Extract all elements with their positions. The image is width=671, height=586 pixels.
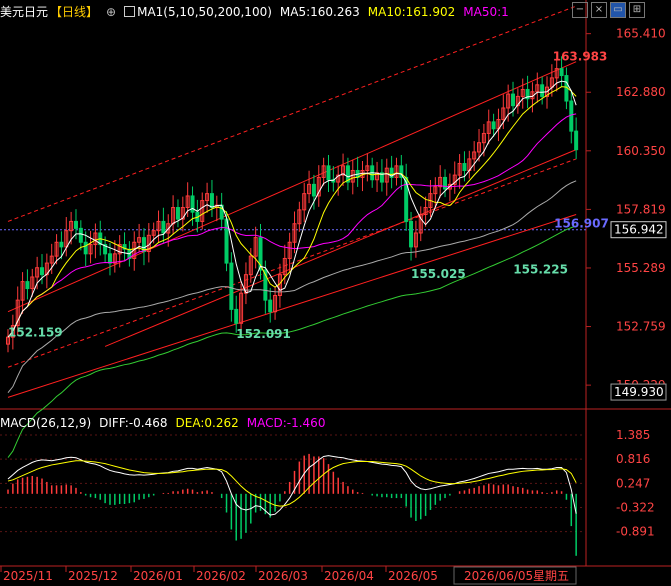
candle-body <box>107 253 112 264</box>
candles <box>6 56 579 353</box>
candle-body <box>25 281 30 290</box>
cursor-weekday: 星期五 <box>533 569 569 583</box>
x-tick-label: 2025/12 <box>68 569 118 583</box>
macd-value: MACD:-1.460 <box>246 416 326 430</box>
lower-price-value: 149.930 <box>614 385 664 399</box>
candle-body <box>443 176 448 190</box>
price-tick-label: 157.819 <box>616 202 666 216</box>
candle-body <box>268 299 273 313</box>
candle-body <box>209 193 214 209</box>
settings-icon[interactable]: ⊕ <box>106 5 116 19</box>
macd-label[interactable]: MACD(26,12,9) <box>0 416 91 430</box>
candle-body <box>311 183 316 197</box>
diff-line <box>7 455 577 516</box>
price-tick-label: 152.759 <box>616 320 666 334</box>
candle-body <box>78 227 83 243</box>
x-tick-label: 2026/03 <box>258 569 308 583</box>
macd-panel: 1.385 0.816 0.247 -0.322 -0.891 <box>0 428 655 556</box>
restore-icon[interactable]: ▭ <box>610 2 626 18</box>
ma50-line <box>7 113 577 338</box>
chart-header: 美元日元 【日线】 ⊕ MA1(5,10,50,200,100) MA5:160.263… <box>0 3 517 19</box>
candle-body <box>83 241 88 255</box>
candle-body <box>559 68 564 77</box>
x-tick-label: 2026/04 <box>324 569 374 583</box>
ma-checkbox-icon[interactable] <box>124 6 136 17</box>
low-annotation-4: 155.225 <box>513 262 568 276</box>
price-tick-label: 160.350 <box>616 144 666 158</box>
symbol-name[interactable]: 美元日元 <box>0 5 48 19</box>
x-tick-label: 2026/02 <box>196 569 246 583</box>
minus-icon[interactable]: − <box>572 2 588 18</box>
macd-tick-label: 0.247 <box>616 476 650 490</box>
candle-body <box>39 267 44 276</box>
period-label[interactable]: 【日线】 <box>50 5 98 19</box>
candle-body <box>491 121 496 130</box>
ma-indicator-label[interactable]: MA1(5,10,50,200,100) <box>137 5 272 19</box>
window-toolbar: − × ▭ ⊞ <box>572 2 645 18</box>
ma10-value: MA10:161.902 <box>367 5 456 19</box>
channel-line <box>7 213 577 398</box>
ma100-line <box>7 180 577 394</box>
price-grid: 165.410 162.880 160.350 157.819 155.289 152.7… <box>0 0 671 567</box>
moving-averages <box>7 80 577 458</box>
close-icon[interactable]: × <box>591 2 607 18</box>
grid-icon[interactable]: ⊞ <box>629 2 645 18</box>
candle-body <box>234 308 239 324</box>
price-tick-label: 162.880 <box>616 85 666 99</box>
macd-tick-label: -0.891 <box>616 525 655 539</box>
overlay: 163.983 152.159 152.091 155.025 155.225 156.9… <box>0 50 609 585</box>
current-price-value: 156.942 <box>614 223 664 237</box>
cursor-date: 2026/06/05 <box>464 569 533 583</box>
candle-body <box>409 220 414 248</box>
channel-line-value: 156.907 <box>554 217 609 231</box>
candle-body <box>224 218 229 264</box>
channel-line <box>7 5 577 222</box>
candle-body <box>73 220 78 229</box>
candle-body <box>190 195 195 213</box>
x-tick-label: 2026/05 <box>388 569 438 583</box>
low-annotation-2: 152.091 <box>236 327 291 341</box>
candle-body <box>462 163 467 171</box>
macd-header: MACD(26,12,9) DIFF:-0.468 DEA:0.262 MACD:-1… <box>0 416 333 430</box>
candle-body <box>175 207 180 220</box>
channel-line <box>104 149 577 347</box>
candle-body <box>511 93 516 107</box>
price-tick-label: 155.289 <box>616 261 666 275</box>
x-tick-label: 2025/11 <box>3 569 53 583</box>
ma5-line <box>7 80 577 338</box>
candle-body <box>161 220 166 234</box>
high-annotation: 163.983 <box>553 50 608 64</box>
price-tick-label: 165.410 <box>616 27 666 41</box>
macd-tick-label: 0.816 <box>616 452 650 466</box>
channel-line <box>7 61 577 313</box>
ma10-line <box>7 86 577 338</box>
channel-line <box>7 158 577 368</box>
kline-chart[interactable]: 165.410 162.880 160.350 157.819 155.289 152.7… <box>0 0 671 586</box>
candle-body <box>229 262 234 310</box>
trend-channel <box>7 5 577 398</box>
candle-body <box>326 165 331 181</box>
candle-body <box>59 241 64 248</box>
low-annotation-3: 155.025 <box>411 267 466 281</box>
ma5-value: MA5:160.263 <box>279 5 360 19</box>
candle-body <box>540 84 545 97</box>
low-annotation-1: 152.159 <box>8 325 63 339</box>
candle-body <box>574 130 579 151</box>
macd-dea: DEA:0.262 <box>175 416 239 430</box>
macd-tick-label: -0.322 <box>616 500 655 514</box>
candle-body <box>569 100 574 132</box>
macd-diff: DIFF:-0.468 <box>99 416 168 430</box>
ma50-value: MA50:1 <box>463 5 509 19</box>
macd-tick-label: 1.385 <box>616 428 650 442</box>
x-tick-label: 2026/01 <box>133 569 183 583</box>
